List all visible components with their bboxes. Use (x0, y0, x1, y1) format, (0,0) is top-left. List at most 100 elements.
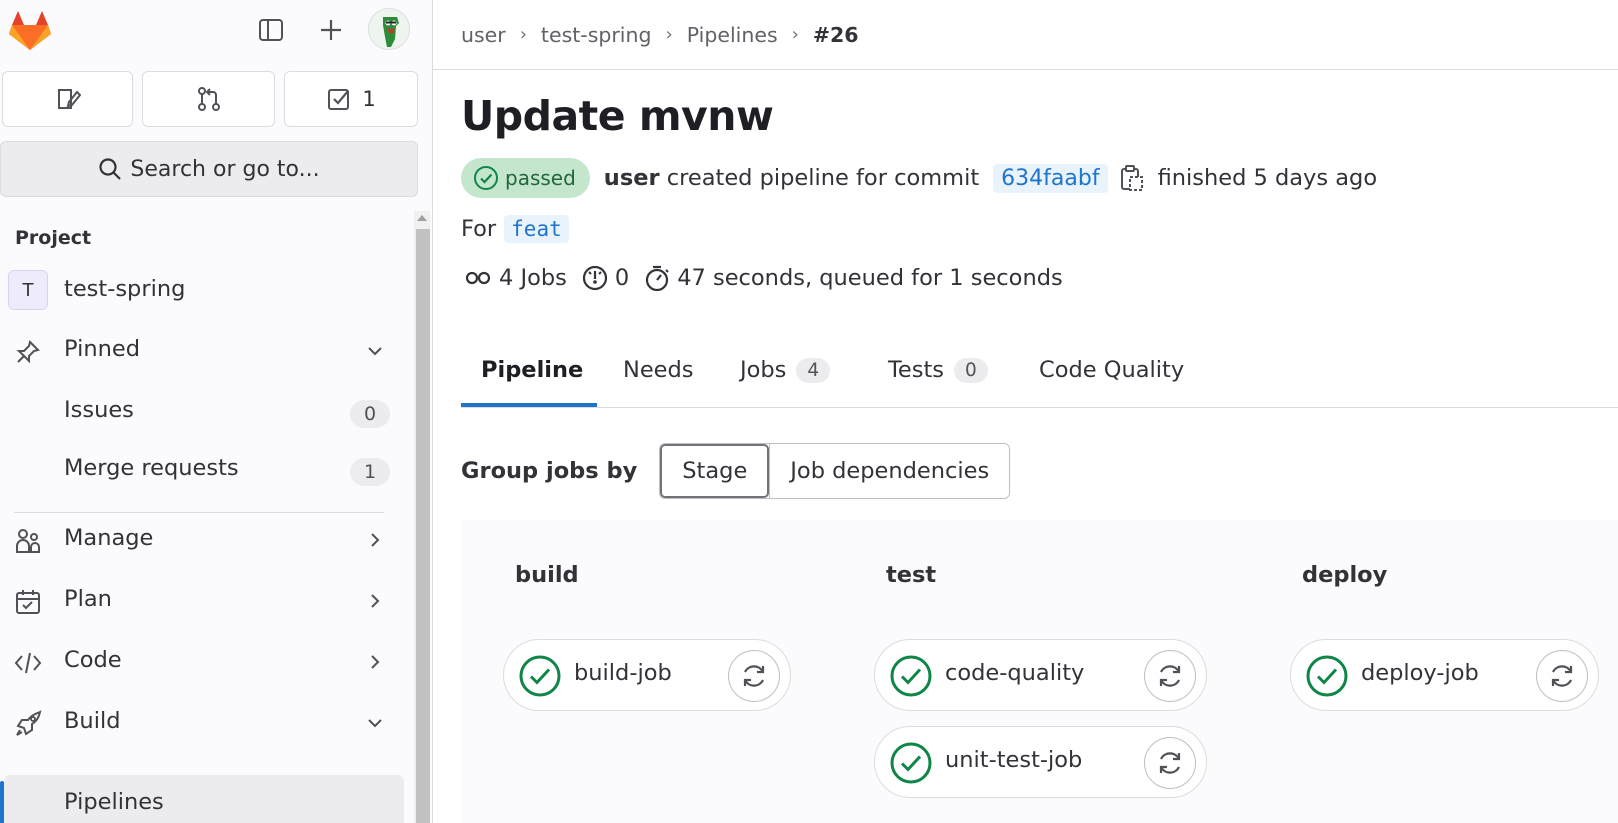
job-pill-unit-test-job[interactable]: unit-test-job (874, 726, 1207, 798)
breadcrumb-item[interactable]: Pipelines (687, 23, 778, 47)
sidebar-item-project[interactable]: T test-spring (0, 263, 405, 319)
sidebar-item-label: Merge requests (64, 455, 239, 481)
created-text: created pipeline for commit (666, 165, 980, 191)
breadcrumb: user › test-spring › Pipelines › #26 (433, 0, 1618, 70)
tab-needs[interactable]: Needs (623, 332, 694, 408)
job-name: unit-test-job (945, 747, 1083, 773)
breadcrumb-current[interactable]: #26 (813, 23, 859, 47)
sidebar-scrollbar[interactable] (414, 211, 430, 823)
job-success-icon (889, 654, 933, 698)
job-success-icon (518, 654, 562, 698)
tab-label: Jobs (740, 357, 787, 383)
stage-title: build (515, 562, 579, 588)
pipeline-stats: 4 Jobs 0 47 seconds, queued for 1 second… (465, 264, 1077, 292)
tab-label: Needs (623, 357, 694, 383)
retry-icon[interactable] (728, 650, 780, 702)
todos-count: 1 (362, 87, 376, 111)
page-title: Update mvnw (461, 92, 774, 140)
calendar-icon (14, 588, 42, 616)
ref-link[interactable]: feat (504, 215, 569, 243)
stage-title: test (886, 562, 937, 588)
retry-icon[interactable] (1536, 650, 1588, 702)
users-icon (14, 527, 42, 555)
sidebar-nav: Project T test-spring Pinned Issues 0 Me… (0, 211, 414, 823)
merge-requests-button[interactable] (142, 71, 275, 127)
sidebar-item-pipelines[interactable]: Pipelines (4, 775, 404, 823)
sidebar-item-code[interactable]: Code (0, 633, 405, 689)
sidebar-toggle-icon[interactable] (250, 9, 292, 51)
author-link[interactable]: user (604, 165, 660, 191)
search-icon (99, 158, 122, 180)
sidebar-item-plan[interactable]: Plan (0, 572, 405, 628)
stage-title: deploy (1302, 562, 1388, 588)
todo-edit-button[interactable] (2, 71, 133, 127)
sidebar-item-merge-requests[interactable]: Merge requests 1 (0, 441, 405, 497)
sidebar-item-issues[interactable]: Issues 0 (0, 383, 405, 439)
chevron-right-icon (364, 590, 386, 612)
sidebar-item-label: Plan (64, 586, 112, 612)
merge-request-icon (197, 87, 220, 111)
search-button[interactable]: Search or go to... (0, 141, 418, 197)
group-jobs-label: Group jobs by (461, 458, 638, 484)
group-jobs-control: Group jobs by Stage Job dependencies (461, 443, 1011, 499)
count-badge: 1 (350, 458, 390, 486)
chevron-right-icon (364, 529, 386, 551)
gitlab-logo-icon[interactable] (6, 8, 54, 52)
pipeline-graph: build test deploy build-job code-quality… (461, 520, 1618, 823)
sidebar-item-build[interactable]: Build (0, 694, 405, 750)
tab-label: Tests (888, 357, 945, 383)
group-jobs-toggle: Stage Job dependencies (659, 443, 1011, 499)
job-name: code-quality (945, 660, 1085, 686)
job-pill-code-quality[interactable]: code-quality (874, 639, 1207, 711)
tab-jobs[interactable]: Jobs 4 (740, 332, 831, 408)
compute-minutes-icon (582, 265, 607, 291)
sidebar-item-label: Code (64, 647, 122, 673)
sidebar-item-pinned[interactable]: Pinned (0, 322, 405, 378)
status-badge[interactable]: passed (461, 158, 590, 198)
sidebar-item-label: Manage (64, 525, 154, 551)
sidebar-item-label: Pinned (64, 336, 140, 362)
todo-check-icon (328, 89, 350, 110)
job-pill-build-job[interactable]: build-job (503, 639, 791, 711)
tab-pipeline[interactable]: Pipeline (481, 332, 583, 408)
pin-icon (14, 338, 42, 366)
retry-icon[interactable] (1144, 737, 1196, 789)
pipeline-icon (465, 271, 491, 285)
scrollbar-thumb[interactable] (416, 229, 430, 823)
pipeline-tabs: Pipeline Needs Jobs 4 Tests 0 Code Quali… (461, 332, 1618, 408)
chevron-right-icon: › (665, 24, 673, 45)
job-name: deploy-job (1361, 660, 1479, 686)
breadcrumb-item[interactable]: user (461, 23, 506, 47)
status-success-icon (474, 166, 498, 190)
job-pill-deploy-job[interactable]: deploy-job (1290, 639, 1599, 711)
sidebar-item-label: Build (64, 708, 121, 734)
group-by-stage-button[interactable]: Stage (660, 444, 770, 498)
create-new-icon[interactable] (310, 9, 352, 51)
retry-icon[interactable] (1144, 650, 1196, 702)
sidebar-item-label: test-spring (64, 276, 186, 302)
user-avatar[interactable] (368, 8, 410, 50)
sidebar-item-label: Issues (64, 397, 134, 423)
todos-button[interactable]: 1 (284, 71, 418, 127)
compute-minutes-text: 0 (614, 265, 630, 291)
rocket-icon (14, 710, 42, 738)
sidebar-item-manage[interactable]: Manage (0, 511, 405, 567)
timer-icon (646, 265, 669, 292)
issues-edit-icon (57, 89, 81, 109)
copy-icon[interactable] (1120, 164, 1144, 192)
tab-count-badge: 4 (796, 357, 831, 383)
scroll-up-icon[interactable] (417, 215, 427, 221)
sidebar: 1 Search or go to... Project T test-spri… (0, 0, 433, 823)
ref-row: For feat (461, 215, 569, 243)
job-name: build-job (574, 660, 672, 686)
chevron-down-icon (364, 712, 386, 734)
breadcrumb-item[interactable]: test-spring (541, 23, 652, 47)
status-text: passed (505, 166, 576, 190)
chevron-right-icon: › (791, 24, 799, 45)
tab-tests[interactable]: Tests 0 (888, 332, 988, 408)
commit-sha-link[interactable]: 634faabf (993, 163, 1108, 193)
group-by-dependencies-button[interactable]: Job dependencies (769, 444, 1010, 498)
for-label: For (461, 216, 497, 242)
chevron-right-icon (364, 651, 386, 673)
tab-code-quality[interactable]: Code Quality (1039, 332, 1184, 408)
